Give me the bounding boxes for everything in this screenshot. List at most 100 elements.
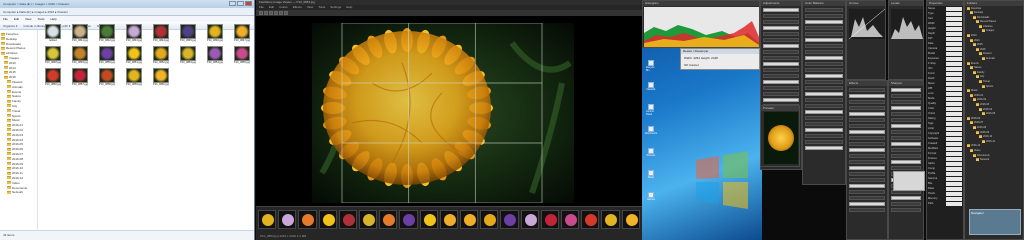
maximize-icon[interactable] [237, 1, 244, 6]
control-row[interactable] [849, 178, 885, 182]
property-value[interactable] [946, 27, 962, 31]
control-row[interactable] [891, 136, 921, 140]
property-value[interactable] [946, 147, 962, 151]
nav-item[interactable]: 2016-08 [0, 157, 37, 161]
viewer-menu-item[interactable]: Settings [330, 5, 341, 10]
control-row[interactable] [805, 14, 843, 18]
control-row[interactable] [805, 26, 843, 30]
file-thumbnail[interactable]: P10_0851.jpg [123, 46, 145, 66]
control-row[interactable] [849, 130, 885, 134]
nav-item[interactable]: Desktop [0, 37, 37, 41]
nav-item[interactable]: Recent Places [0, 46, 37, 50]
control-row[interactable] [891, 124, 921, 128]
control-row[interactable] [805, 146, 843, 150]
levels-panel[interactable]: Levels [888, 0, 924, 80]
folder-tree-item[interactable]: Documents [965, 153, 1023, 157]
property-value[interactable] [946, 142, 962, 146]
control-row[interactable] [849, 196, 885, 200]
nav-item[interactable]: Animals [0, 85, 37, 89]
property-value[interactable] [946, 152, 962, 156]
control-row[interactable] [805, 116, 843, 120]
control-row[interactable] [891, 142, 921, 146]
file-thumbnail[interactable]: P10_0849.jpg [69, 46, 91, 66]
control-row[interactable] [805, 128, 843, 132]
control-row[interactable] [805, 50, 843, 54]
folder-tree-item[interactable]: 2016-01 [965, 93, 1023, 97]
nav-item[interactable]: 2016-01 [0, 123, 37, 127]
folder-tree-item[interactable]: Recent Places [965, 20, 1023, 24]
filmstrip-thumbnail[interactable] [480, 210, 499, 229]
control-row[interactable] [849, 166, 885, 170]
levels-graph[interactable] [891, 9, 923, 39]
control-row[interactable] [763, 44, 799, 48]
control-row[interactable] [763, 8, 799, 12]
folder-tree-item[interactable]: 2016-08 [965, 125, 1023, 129]
color-balance-panel[interactable]: Color Balance [802, 0, 846, 185]
property-value[interactable] [946, 72, 962, 76]
property-value[interactable] [946, 37, 962, 41]
control-row[interactable] [891, 118, 921, 122]
folder-tree-item[interactable]: 2016-02 [965, 98, 1023, 102]
crop-icon[interactable] [284, 11, 288, 15]
file-thumbnail[interactable]: Edited [42, 24, 64, 44]
control-row[interactable] [763, 98, 799, 102]
folder-tree-item[interactable]: Nature [965, 66, 1023, 70]
control-row[interactable] [891, 154, 921, 158]
property-value[interactable] [946, 77, 962, 81]
control-row[interactable] [849, 160, 885, 164]
control-row[interactable] [763, 74, 799, 78]
address-bar[interactable]: Computer ▸ Data (E:) ▸ Images ▸ 2016 ▸ F… [0, 8, 254, 16]
desktop-icon[interactable]: Recycle Bin [646, 60, 656, 72]
property-value[interactable] [946, 112, 962, 116]
property-value[interactable] [946, 67, 962, 71]
control-row[interactable] [891, 106, 921, 110]
control-row[interactable] [763, 56, 799, 60]
file-thumbnail[interactable]: P10_0848.jpg [42, 46, 64, 66]
control-row[interactable] [849, 142, 885, 146]
nav-item[interactable]: 2016-05 [0, 142, 37, 146]
property-value[interactable] [946, 162, 962, 166]
folder-tree-item[interactable]: Network [965, 158, 1023, 162]
property-value[interactable] [946, 117, 962, 121]
folder-tree-item[interactable]: 2016-03 [965, 102, 1023, 106]
filmstrip-thumbnail[interactable] [399, 210, 418, 229]
folder-tree-item[interactable]: Events [965, 61, 1023, 65]
navigator-box[interactable]: Navigator [969, 209, 1021, 235]
control-row[interactable] [849, 154, 885, 158]
desktop-icon[interactable]: Network [646, 82, 656, 91]
minimize-icon[interactable] [229, 1, 236, 6]
control-row[interactable] [763, 62, 799, 66]
folder-tree-item[interactable]: 2016 [965, 47, 1023, 51]
control-row[interactable] [849, 100, 885, 104]
filmstrip-thumbnail[interactable] [621, 210, 640, 229]
nav-item[interactable]: 2016-06 [0, 147, 37, 151]
desktop-icon[interactable]: Games [646, 192, 656, 201]
folder-tree-item[interactable]: Video [965, 148, 1023, 152]
control-row[interactable] [849, 118, 885, 122]
property-value[interactable] [946, 62, 962, 66]
control-row[interactable] [891, 94, 921, 98]
property-value[interactable] [946, 167, 962, 171]
folders-panel[interactable]: Folders Favorites Desktop Downloads Recent … [964, 0, 1024, 240]
desktop-icon[interactable]: Control Panel [646, 104, 656, 116]
nav-item[interactable]: 2016-04 [0, 138, 37, 142]
control-row[interactable] [805, 80, 843, 84]
folder-tree-item[interactable]: Flowers [965, 52, 1023, 56]
folder-tree-item[interactable]: 2016-10 [965, 135, 1023, 139]
property-value[interactable] [946, 92, 962, 96]
folder-tree-item[interactable]: 2014 [965, 38, 1023, 42]
control-row[interactable] [849, 172, 885, 176]
file-thumbnail[interactable]: P10_0858.jpg [96, 68, 118, 88]
nav-item[interactable]: Travel [0, 109, 37, 113]
property-value[interactable] [946, 57, 962, 61]
nav-item[interactable]: Video [0, 181, 37, 185]
nav-item[interactable]: Libraries [0, 51, 37, 55]
preview-panel[interactable]: Preview [760, 105, 800, 167]
nav-item[interactable]: 2016-02 [0, 128, 37, 132]
property-value[interactable] [946, 192, 962, 196]
property-value[interactable] [946, 187, 962, 191]
property-value[interactable] [946, 132, 962, 136]
filmstrip-thumbnail[interactable] [278, 210, 297, 229]
property-value[interactable] [946, 47, 962, 51]
menu-tools[interactable]: Tools [37, 17, 44, 21]
